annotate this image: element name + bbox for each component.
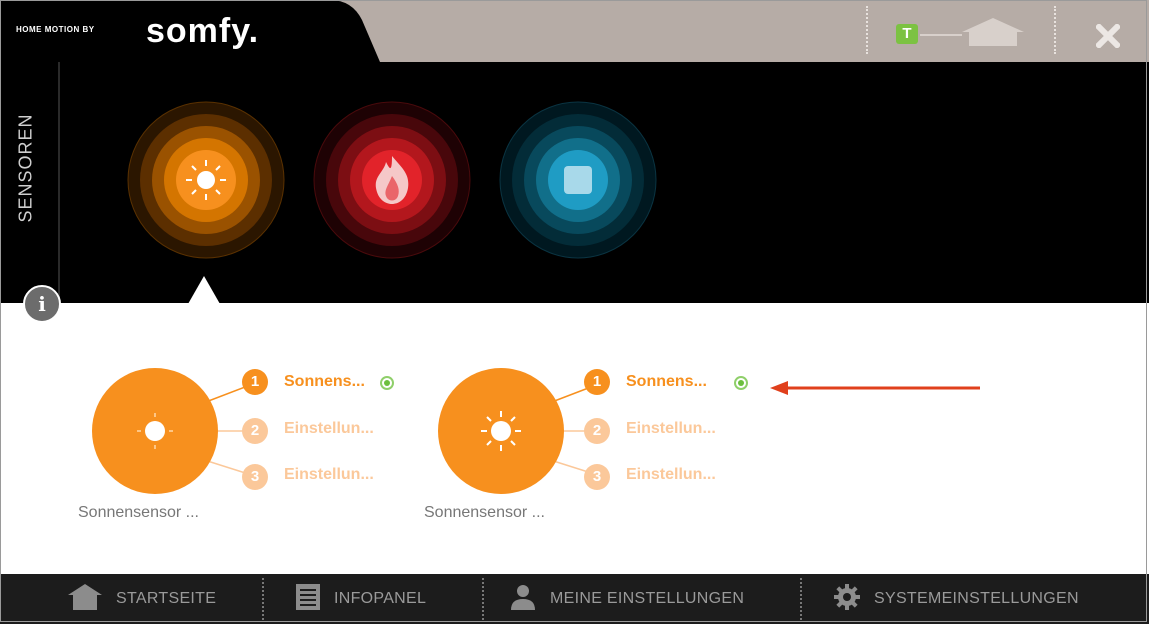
header-divider [866, 6, 868, 54]
sun-sensor-icon[interactable] [92, 368, 218, 494]
status-online-icon [734, 376, 748, 390]
info-icon[interactable]: i [23, 285, 61, 323]
nav-startseite[interactable]: STARTSEITE [68, 574, 216, 624]
item-number[interactable]: 1 [584, 369, 610, 395]
fire-sensor-icon[interactable] [312, 100, 472, 265]
sensor-name: Sonnensensor ... [424, 504, 545, 521]
brand-area: HOME MOTION BY somfy. [0, 0, 380, 62]
annotation-arrow [770, 378, 982, 403]
user-icon [510, 584, 536, 615]
sensors-title: SENSOREN [15, 113, 36, 223]
item-label[interactable]: Sonnens... [626, 373, 707, 391]
header-divider [1054, 6, 1056, 54]
app-header: HOME MOTION BY somfy. T [0, 0, 1149, 62]
sensor-card[interactable]: 1 Sonnens... 2 Einstellun... 3 Einstellu… [424, 360, 764, 530]
brand-tagline: HOME MOTION BY [16, 25, 95, 34]
nav-divider [800, 578, 802, 620]
house-icon [68, 583, 102, 615]
nav-label: STARTSEITE [116, 590, 217, 607]
nav-meine-einstellungen[interactable]: MEINE EINSTELLUNGEN [510, 574, 744, 624]
item-label[interactable]: Einstellun... [626, 466, 716, 484]
sensor-card[interactable]: 1 Sonnens... 2 Einstellun... 3 Einstellu… [78, 360, 418, 530]
gear-icon [834, 583, 860, 615]
sun-sensor-icon[interactable] [126, 100, 286, 265]
nav-divider [262, 578, 264, 620]
item-number[interactable]: 3 [242, 464, 268, 490]
box-sensor-icon[interactable] [498, 100, 658, 265]
house-icon[interactable] [962, 18, 1024, 51]
selection-pointer [188, 276, 220, 304]
item-number[interactable]: 2 [242, 418, 268, 444]
nav-label: SYSTEMEINSTELLUNGEN [874, 590, 1079, 607]
list-icon [296, 583, 320, 615]
item-label[interactable]: Einstellun... [284, 420, 374, 438]
nav-label: INFOPANEL [334, 590, 427, 607]
item-number[interactable]: 2 [584, 418, 610, 444]
somfy-logo: somfy. [146, 12, 260, 50]
bottom-nav: STARTSEITE INFOPANEL MEINE EINSTELLUNGEN [0, 574, 1149, 624]
status-online-icon [380, 376, 394, 390]
item-label[interactable]: Einstellun... [284, 466, 374, 484]
nav-divider [482, 578, 484, 620]
nav-infopanel[interactable]: INFOPANEL [296, 574, 426, 624]
close-icon[interactable] [1094, 22, 1122, 53]
nav-systemeinstellungen[interactable]: SYSTEMEINSTELLUNGEN [834, 574, 1079, 624]
t-badge-icon[interactable]: T [896, 24, 918, 44]
item-label[interactable]: Sonnens... [284, 373, 365, 391]
sun-sensor-icon[interactable] [438, 368, 564, 494]
nav-label: MEINE EINSTELLUNGEN [550, 590, 745, 607]
item-number[interactable]: 3 [584, 464, 610, 490]
item-number[interactable]: 1 [242, 369, 268, 395]
sensor-name: Sonnensensor ... [78, 504, 199, 521]
item-label[interactable]: Einstellun... [626, 420, 716, 438]
connection-line [920, 34, 962, 36]
sensor-panel-divider [58, 62, 60, 303]
